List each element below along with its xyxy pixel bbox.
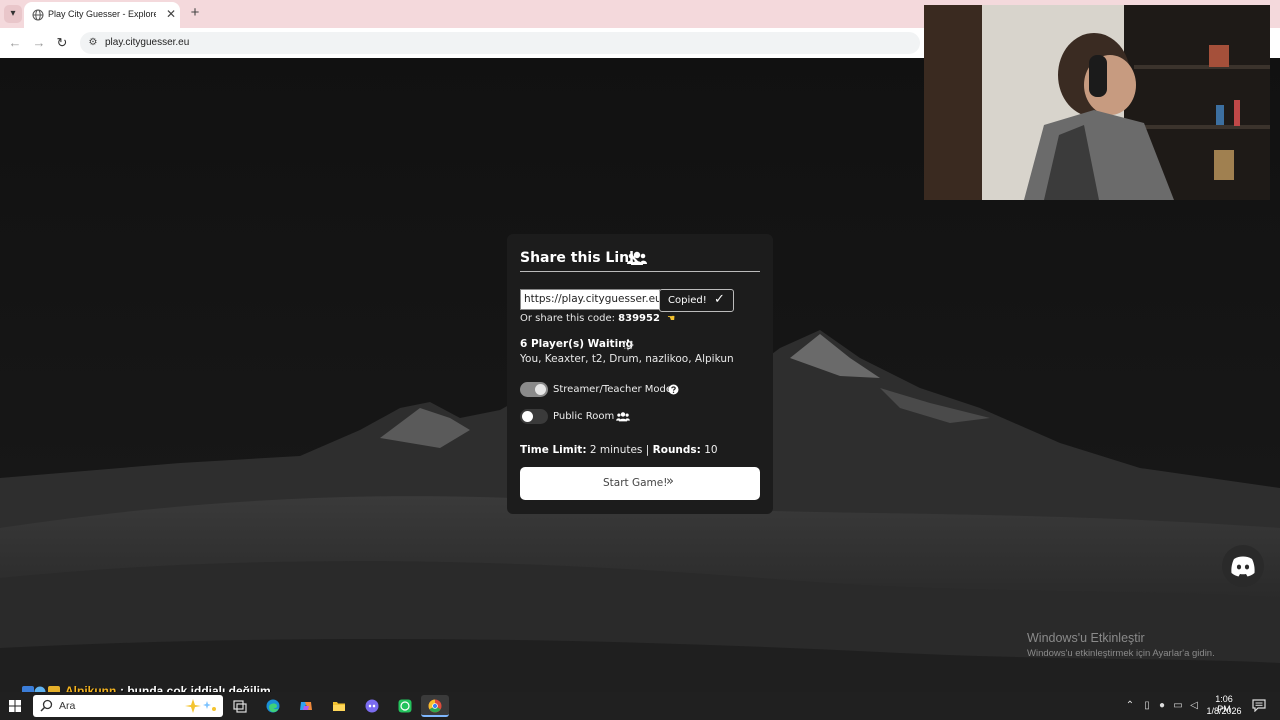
microphone-icon[interactable]: ●	[1156, 699, 1168, 713]
activation-watermark-title: Windows'u Etkinleştir	[1027, 631, 1145, 645]
task-view-icon	[233, 700, 247, 713]
search-highlight-icon	[185, 699, 216, 713]
share-code-line: Or share this code: 839952 ☚	[520, 313, 675, 324]
streamer-mode-toggle[interactable]	[520, 382, 548, 397]
players-waiting-title: 6 Player(s) Waiting	[520, 338, 634, 350]
share-link-input[interactable]: https://play.cityguesser.eu/	[520, 289, 660, 310]
title-divider	[520, 271, 760, 272]
toggle-knob	[522, 411, 533, 422]
start-game-label: Start Game!	[603, 477, 668, 489]
windows-taskbar: Ara ⌃ ▯ ● ▭ ◁ 1:06 PM 1/8/2026	[0, 692, 1280, 720]
edge-icon	[266, 699, 280, 713]
double-chevron-right-icon: »	[666, 474, 674, 489]
windows-start-icon[interactable]	[9, 700, 21, 712]
copilot-app[interactable]	[292, 695, 320, 717]
reload-button[interactable]: ↻	[53, 34, 71, 52]
search-icon	[40, 699, 53, 712]
file-explorer-app[interactable]	[325, 695, 353, 717]
chevron-down-icon: ▾	[10, 8, 16, 19]
tab-list-button[interactable]: ▾	[4, 5, 22, 23]
arrow-right-icon: →	[32, 35, 46, 50]
share-code-prefix: Or share this code:	[520, 313, 615, 324]
rounds-label: Rounds:	[652, 444, 701, 456]
activation-watermark-subtitle: Windows'u etkinleştirmek için Ayarlar'a …	[1027, 648, 1215, 659]
screen: ▾ Play City Guesser - Explore the W ✕ + …	[0, 0, 1280, 720]
spinner-icon	[622, 339, 634, 351]
taskbar-search[interactable]: Ara	[33, 695, 223, 717]
public-room-label: Public Room	[553, 411, 615, 422]
users-icon	[616, 412, 630, 422]
webcam-overlay	[924, 5, 1270, 200]
share-card: Share this Link https://play.cityguesser…	[507, 234, 773, 514]
back-button[interactable]: ←	[6, 34, 24, 52]
game-settings-line: Time Limit: 2 minutes | Rounds: 10	[520, 444, 718, 456]
network-icon[interactable]: ▭	[1172, 699, 1184, 713]
close-icon[interactable]: ✕	[164, 7, 178, 21]
address-bar[interactable]: ⚙ play.cityguesser.eu	[80, 32, 920, 54]
tab-title: Play City Guesser - Explore the W	[48, 9, 156, 19]
public-room-toggle[interactable]	[520, 409, 548, 424]
copilot-icon	[300, 702, 312, 710]
chrome-app[interactable]	[421, 695, 449, 717]
toggle-knob	[535, 384, 546, 395]
reload-icon: ↻	[56, 35, 68, 50]
settings-separator: |	[645, 444, 650, 456]
url-text: play.cityguesser.eu	[105, 37, 190, 48]
time-limit-value: 2 minutes	[589, 444, 643, 456]
copy-button-label: Copied!	[668, 295, 707, 306]
check-icon: ✓	[714, 292, 725, 307]
whatsapp-icon	[398, 699, 412, 713]
battery-saver-icon[interactable]: ▯	[1141, 699, 1153, 713]
notification-icon[interactable]	[1252, 699, 1266, 712]
arrow-left-icon: ←	[8, 35, 22, 50]
chevron-up-icon[interactable]: ⌃	[1124, 699, 1136, 713]
time-limit-label: Time Limit:	[520, 444, 587, 456]
task-view-button[interactable]	[226, 695, 254, 717]
search-placeholder: Ara	[59, 700, 76, 712]
globe-icon	[32, 9, 44, 21]
forward-button[interactable]: →	[30, 34, 48, 52]
whatsapp-app[interactable]	[391, 695, 419, 717]
share-code[interactable]: 839952	[618, 313, 660, 324]
discord-app[interactable]	[358, 695, 386, 717]
taskbar-clock-date[interactable]: 1/8/2026	[1205, 706, 1243, 716]
streamer-mode-label: Streamer/Teacher Mode	[553, 384, 673, 395]
new-tab-button[interactable]: +	[187, 5, 203, 21]
copy-link-button[interactable]: Copied! ✓	[659, 289, 734, 312]
chrome-icon	[428, 699, 442, 713]
volume-icon[interactable]: ◁	[1188, 699, 1200, 713]
users-icon	[627, 251, 647, 265]
card-title: Share this Link	[520, 250, 639, 266]
edge-app[interactable]	[259, 695, 287, 717]
discord-icon	[365, 699, 379, 713]
players-list: You, Keaxter, t2, Drum, nazlikoo, Alpiku…	[520, 353, 734, 365]
webcam-feed	[924, 5, 1270, 200]
discord-button[interactable]	[1222, 545, 1264, 587]
rounds-value: 10	[704, 444, 718, 456]
start-game-button[interactable]: Start Game! »	[520, 467, 760, 500]
browser-tab[interactable]: Play City Guesser - Explore the W ✕	[24, 2, 180, 28]
discord-icon	[1231, 556, 1255, 577]
tune-icon[interactable]: ⚙	[86, 36, 100, 50]
file-explorer-icon	[333, 702, 345, 711]
pointing-hand-icon: ☚	[667, 314, 676, 324]
question-circle-icon[interactable]	[668, 384, 679, 395]
